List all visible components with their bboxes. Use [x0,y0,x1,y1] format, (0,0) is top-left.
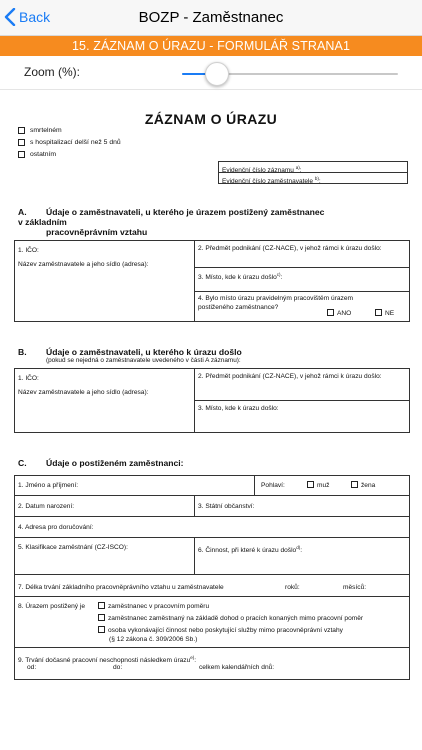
form-page-banner: 15. ZÁZNAM O ÚRAZU - FORMULÁŘ STRANA1 [0,36,422,56]
footnote-mark: d) [296,545,301,550]
c-name-field[interactable]: 1. Jméno a příjmení: [15,479,81,492]
c-months-label: měsíců: [343,584,367,591]
field-label: 9. Trvání dočasné pracovní neschopnosti … [18,657,191,665]
page-title: BOZP - Zaměstnanec [138,9,284,26]
a-place-field[interactable]: 3. Místo, kde k úrazu došloc): [195,268,285,284]
b-business-field[interactable]: 2. Předmět podnikání (CZ-NACE), v jehož … [195,370,409,383]
zoom-row: Zoom (%): [0,56,422,90]
a-name-field[interactable]: Název zaměstnavatele a jeho sídlo (adres… [15,258,151,271]
checkbox[interactable] [307,481,314,488]
navigation-bar: Back BOZP - Zaměstnanec [0,0,422,36]
zoom-slider-thumb[interactable] [204,62,229,86]
option-label: zaměstnanec zaměstnaný na základě dohod … [108,615,364,622]
checkbox[interactable] [18,139,25,146]
section-b-letter: B. [18,347,27,357]
field-label: Evidenční číslo zaměstnavatele [222,178,314,186]
c-years-label: roků: [285,584,300,591]
divider [14,516,410,517]
option-label: žena [361,482,376,489]
section-b-subheading: (pokud se nejedná o zaměstnavatele uvede… [46,357,241,364]
divider [14,537,410,538]
checkbox[interactable] [18,127,25,134]
divider [254,475,255,495]
b-ico-field[interactable]: 1. IČO: [15,372,42,385]
field-label: 3. Místo, kde k úrazu došlo [198,274,277,282]
option-label: ANO [337,310,352,317]
section-b-heading: Údaje o zaměstnavateli, u kterého k úraz… [46,347,242,357]
check-label: ostatním [30,151,57,158]
c-to-label: do: [113,664,123,671]
checkbox[interactable] [98,626,105,633]
divider [14,647,410,648]
check-other[interactable]: ostatním [18,151,56,158]
section-a-heading: Údaje o zaměstnavateli, u kterého je úra… [46,207,325,217]
checkbox[interactable] [351,481,358,488]
footnote-mark: e) [190,655,195,660]
c-birthdate-field[interactable]: 2. Datum narození: [15,500,77,513]
check-fatal[interactable]: smrtelném [18,127,62,134]
divider [14,596,410,597]
section-c-letter: C. [18,458,27,468]
c-male-option[interactable]: muž [298,479,332,492]
section-a-heading-3: pracovněprávním vztahu [46,227,148,237]
checkbox[interactable] [18,151,25,158]
section-a-letter: A. [18,207,27,217]
form-document: ZÁZNAM O ÚRAZU smrtelném s hospitalizací… [0,91,422,750]
c-total-days-label: celkem kalendářních dnů: [199,664,275,671]
divider [194,400,410,401]
form-title: ZÁZNAM O ÚRAZU [144,111,278,127]
b-name-field[interactable]: Název zaměstnavatele a jeho sídlo (adres… [15,386,151,399]
c-from-label: od: [27,664,37,671]
evidence-employee-field[interactable]: Evidenční číslo zaměstnavatele b): [218,172,408,186]
c-employee-type-label: 8. Úrazem postižený je [18,603,86,610]
footnote-mark: c) [276,272,281,277]
option-label: zaměstnanec v pracovním poměru [108,603,210,610]
option-label: NE [385,310,395,317]
zoom-label: Zoom (%): [24,65,81,79]
c-occupation-field[interactable]: 5. Klasifikace zaměstnání (CZ-ISCO): [15,541,131,554]
c-type-services-law: (§ 12 zákona č. 309/2006 Sb.) [109,636,198,643]
c-activity-field[interactable]: 6. Činnost, při které k úrazu došlod): [195,541,305,557]
c-gender-label: Pohlaví: [261,482,285,489]
a-business-field[interactable]: 2. Předmět podnikání (CZ-NACE), v jehož … [195,242,409,255]
check-hospital[interactable]: s hospitalizací delší než 5 dnů [18,139,121,146]
checkbox[interactable] [98,602,105,609]
a-ico-field[interactable]: 1. IČO: [15,244,42,257]
checkbox[interactable] [98,614,105,621]
a-yes-option[interactable]: ANO [318,307,354,320]
c-citizenship-field[interactable]: 3. Státní občanství: [195,500,257,513]
option-label: muž [317,482,330,489]
divider [14,574,410,575]
field-label: 6. Činnost, při které k úrazu došlo [198,547,297,555]
a-regular-workplace-label-2: postiženého zaměstnance? [198,304,279,311]
section-a-heading-2: v základním [18,217,67,227]
checkbox[interactable] [327,309,334,316]
b-place-field[interactable]: 3. Místo, kde k úrazu došlo: [195,402,282,415]
footnote-mark: a) [295,165,300,170]
a-no-option[interactable]: NE [366,307,397,320]
c-incapacity-field[interactable]: 9. Trvání dočasné pracovní neschopnosti … [15,651,199,667]
check-label: s hospitalizací delší než 5 dnů [30,139,121,146]
footnote-mark: b) [314,176,319,181]
checkbox[interactable] [375,309,382,316]
check-label: smrtelném [30,127,62,134]
c-duration-field[interactable]: 7. Délka trvání základního pracovněprávn… [15,581,227,594]
c-address-field[interactable]: 4. Adresa pro doručování: [15,521,97,534]
divider [14,495,410,496]
c-female-option[interactable]: žena [342,479,378,492]
section-c-heading: Údaje o postiženém zaměstnanci: [46,458,184,468]
